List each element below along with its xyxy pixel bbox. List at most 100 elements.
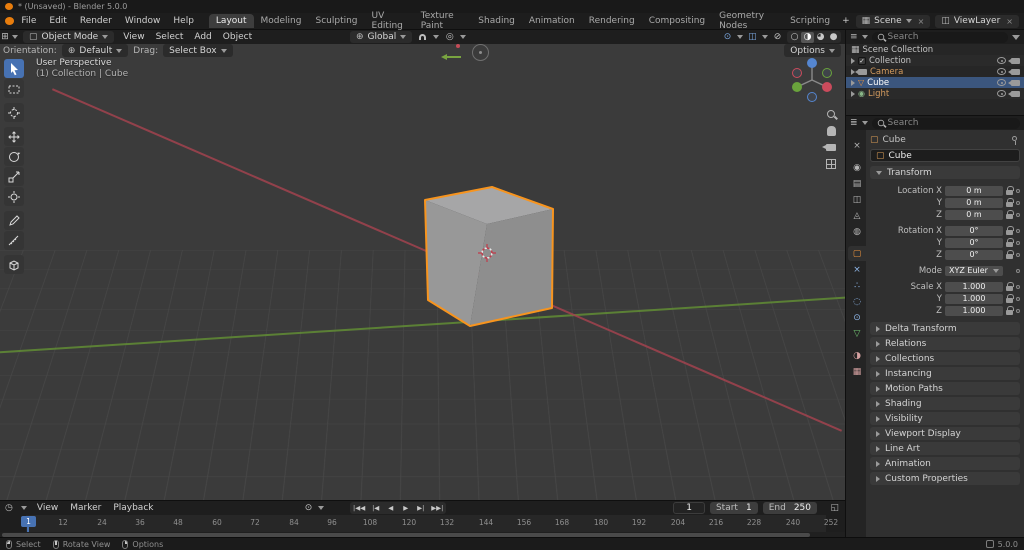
tool-transform[interactable] — [4, 187, 24, 206]
section-visibility[interactable]: Visibility — [870, 412, 1020, 425]
add-workspace-button[interactable]: + — [837, 14, 855, 28]
object-name-field[interactable]: ▢ Cube — [870, 149, 1020, 162]
expand-icon[interactable] — [851, 80, 855, 86]
animate-dot-icon[interactable] — [1016, 297, 1020, 301]
menu-file[interactable]: File — [15, 14, 42, 28]
lock-icon[interactable] — [1006, 310, 1013, 315]
menu-playback[interactable]: Playback — [111, 503, 155, 513]
screen-icon[interactable]: ◱ — [830, 503, 839, 513]
gizmo-neg-y[interactable] — [823, 69, 832, 78]
menu-marker[interactable]: Marker — [68, 503, 103, 513]
pin-icon[interactable] — [1012, 136, 1017, 141]
viewport-canvas[interactable]: User Perspective (1) Collection | Cube — [0, 44, 845, 500]
editor-type-selector[interactable]: ⊞ — [3, 31, 16, 43]
tab-modeling[interactable]: Modeling — [254, 14, 309, 28]
current-frame-field[interactable]: 1 — [673, 502, 705, 514]
overlays-chevron[interactable] — [762, 35, 768, 39]
tab-texture[interactable]: ▦ — [848, 364, 866, 379]
gizmo-x-axis[interactable] — [822, 82, 832, 92]
animate-dot-icon[interactable] — [1016, 253, 1020, 257]
drag-mode-dropdown[interactable]: Select Box — [163, 44, 232, 57]
xray-toggle[interactable]: ⊘ — [771, 31, 784, 43]
tab-compositing[interactable]: Compositing — [642, 14, 712, 28]
expand-icon[interactable] — [851, 58, 855, 64]
tab-tool[interactable]: × — [848, 138, 866, 153]
tool-select[interactable] — [4, 59, 24, 78]
tool-select-box[interactable] — [4, 79, 24, 98]
render-visibility-icon[interactable] — [1011, 91, 1020, 97]
menu-render[interactable]: Render — [74, 14, 118, 28]
frame-start-field[interactable]: Start1 — [710, 502, 758, 514]
menu-view[interactable]: View — [121, 32, 146, 42]
proportional-options-chevron[interactable] — [460, 35, 466, 39]
navigation-gizmo[interactable] — [786, 54, 838, 106]
section-animation[interactable]: Animation — [870, 457, 1020, 470]
tab-render[interactable]: ◉ — [848, 160, 866, 175]
tool-options-dropdown[interactable]: Options — [784, 44, 841, 57]
keying-set-chevron[interactable] — [318, 506, 324, 510]
cube-object[interactable] — [400, 174, 580, 344]
tool-move[interactable] — [4, 127, 24, 146]
collection-checkbox[interactable]: ✓ — [858, 57, 866, 65]
jump-to-start-button[interactable]: |◀◀ — [350, 502, 368, 514]
properties-editor-icon[interactable]: ≣ — [850, 118, 858, 128]
pan-hand-icon[interactable] — [827, 126, 836, 136]
animate-dot-icon[interactable] — [1016, 201, 1020, 205]
frame-end-field[interactable]: End250 — [763, 502, 817, 514]
tab-sculpting[interactable]: Sculpting — [308, 14, 364, 28]
gizmo-y-axis[interactable] — [792, 82, 802, 92]
outliner-row-scene-collection[interactable]: ▦ Scene Collection — [846, 44, 1024, 55]
play-button[interactable]: ▶ — [398, 502, 413, 514]
perspective-toggle-icon[interactable] — [826, 159, 836, 169]
timeline-editor-icon[interactable]: ◷ — [5, 503, 13, 513]
rotation-z-field[interactable]: 0° — [945, 250, 1003, 260]
section-collections[interactable]: Collections — [870, 352, 1020, 365]
lock-icon[interactable] — [1006, 298, 1013, 303]
show-gizmos-toggle[interactable]: ⊙ — [721, 31, 734, 43]
playhead[interactable]: 1 — [21, 516, 36, 527]
animate-dot-icon[interactable] — [1016, 309, 1020, 313]
scene-selector[interactable]: ▦ Scene × — [856, 15, 931, 28]
zoom-icon[interactable] — [827, 110, 835, 118]
tab-output[interactable]: ▤ — [848, 176, 866, 191]
menu-add[interactable]: Add — [192, 32, 213, 42]
auto-keying-toggle[interactable]: ⊙ — [302, 502, 315, 514]
tab-physics[interactable]: ◌ — [848, 294, 866, 309]
animate-dot-icon[interactable] — [1016, 285, 1020, 289]
menu-window[interactable]: Window — [119, 14, 167, 28]
tool-rotate[interactable] — [4, 147, 24, 166]
gizmo-neg-x[interactable] — [793, 69, 802, 78]
menu-select[interactable]: Select — [154, 32, 186, 42]
next-keyframe-button[interactable]: ▶| — [413, 502, 428, 514]
section-delta-transform[interactable]: Delta Transform — [870, 322, 1020, 335]
properties-search-input[interactable]: Search — [872, 118, 1020, 129]
animate-dot-icon[interactable] — [1016, 229, 1020, 233]
menu-edit[interactable]: Edit — [43, 14, 72, 28]
show-overlays-toggle[interactable]: ◫ — [746, 31, 759, 43]
tool-orientation-dropdown[interactable]: ⊕ Default — [62, 44, 128, 57]
menu-view[interactable]: View — [35, 503, 60, 513]
lock-icon[interactable] — [1006, 286, 1013, 291]
tab-scene[interactable]: ◬ — [848, 208, 866, 223]
hide-eye-icon[interactable] — [997, 68, 1006, 75]
render-visibility-icon[interactable] — [1011, 69, 1020, 75]
hide-eye-icon[interactable] — [997, 57, 1006, 64]
lock-icon[interactable] — [1006, 230, 1013, 235]
gizmo-neg-z[interactable] — [808, 93, 817, 102]
tab-constraints[interactable]: ⊙ — [848, 310, 866, 325]
tab-animation[interactable]: Animation — [522, 14, 582, 28]
snap-options-chevron[interactable] — [433, 35, 439, 39]
tab-rendering[interactable]: Rendering — [582, 14, 642, 28]
hide-eye-icon[interactable] — [997, 90, 1006, 97]
camera-view-icon[interactable] — [826, 144, 836, 151]
outliner-row-light[interactable]: ◉ Light — [846, 88, 1024, 99]
section-viewport-display[interactable]: Viewport Display — [870, 427, 1020, 440]
tab-modifiers[interactable]: × — [848, 262, 866, 277]
tab-particles[interactable]: ∴ — [848, 278, 866, 293]
animate-dot-icon[interactable] — [1016, 213, 1020, 217]
lock-icon[interactable] — [1006, 202, 1013, 207]
tab-shading[interactable]: Shading — [471, 14, 522, 28]
proportional-editing-toggle[interactable]: ◎ — [443, 31, 456, 43]
tool-scale[interactable] — [4, 167, 24, 186]
gizmo-z-axis[interactable] — [807, 58, 817, 68]
